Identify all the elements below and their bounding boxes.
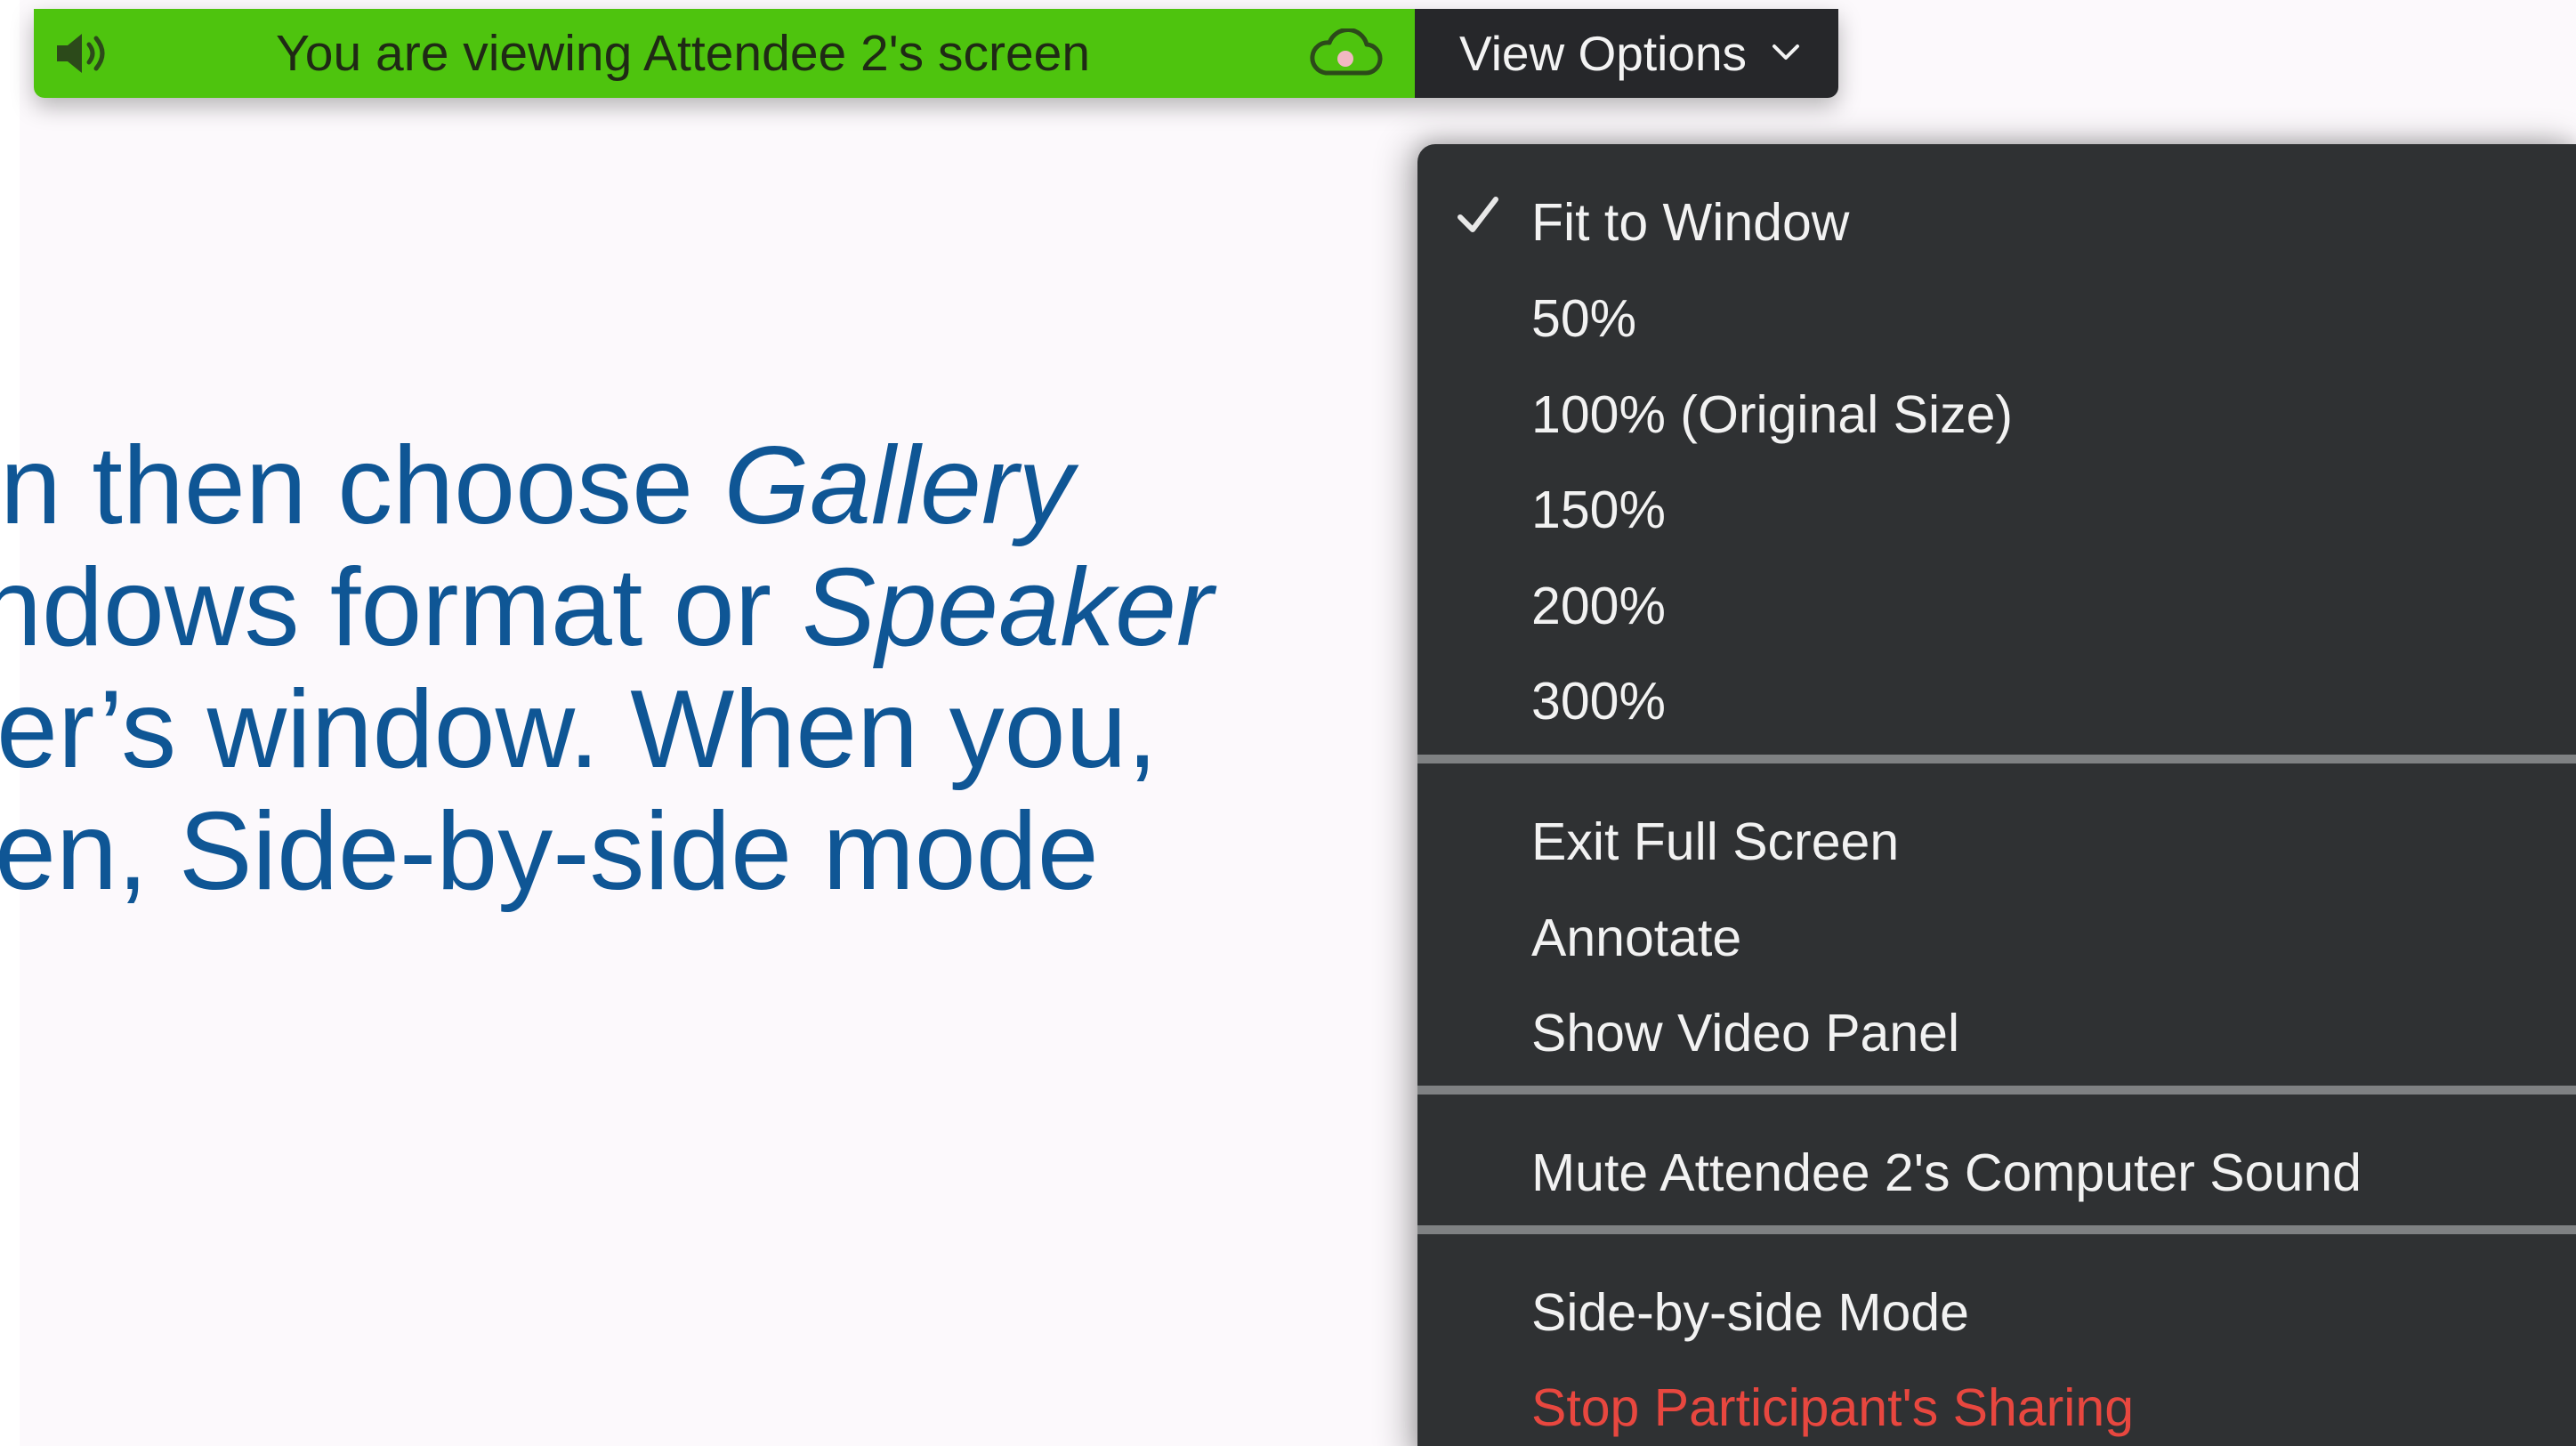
menu-item-zoom-200[interactable]: 200%: [1417, 558, 2576, 647]
menu-divider: [1417, 1086, 2576, 1095]
checkmark-icon: [1458, 197, 1498, 232]
slide-body-text: n then choose Gallery ndows format or Sp…: [0, 425, 1213, 913]
menu-item-side-by-side-mode[interactable]: Side-by-side Mode: [1417, 1264, 2576, 1353]
menu-item-zoom-300[interactable]: 300%: [1417, 653, 2576, 742]
menu-item-zoom-100[interactable]: 100% (Original Size): [1417, 367, 2576, 456]
chevron-down-icon: [1773, 44, 1799, 60]
menu-item-label: 200%: [1531, 577, 1666, 635]
menu-item-zoom-150[interactable]: 150%: [1417, 462, 2576, 551]
menu-item-show-video-panel[interactable]: Show Video Panel: [1417, 985, 2576, 1074]
menu-item-label: 300%: [1531, 672, 1666, 731]
menu-item-label: 150%: [1531, 481, 1666, 539]
menu-divider: [1417, 1225, 2576, 1234]
cloud-record-icon[interactable]: [1308, 28, 1383, 80]
menu-item-label: Side-by-side Mode: [1531, 1283, 1969, 1342]
menu-item-label: Fit to Window: [1531, 193, 1850, 252]
menu-item-label: Show Video Panel: [1531, 1004, 1960, 1062]
share-status-bar: You are viewing Attendee 2's screen: [34, 9, 1415, 98]
menu-item-label: Mute Attendee 2's Computer Sound: [1531, 1143, 2362, 1202]
menu-item-label: Annotate: [1531, 909, 1742, 967]
slide-text-line: er’s window. When you,: [0, 668, 1158, 791]
menu-item-label: Exit Full Screen: [1531, 812, 1900, 871]
menu-item-mute-computer-sound[interactable]: Mute Attendee 2's Computer Sound: [1417, 1125, 2576, 1214]
view-options-label: View Options: [1459, 26, 1748, 81]
view-options-menu: Fit to Window 50% 100% (Original Size) 1…: [1417, 144, 2576, 1446]
menu-item-label: 50%: [1531, 289, 1637, 348]
slide-text-line: ndows format or Speaker: [0, 546, 1214, 669]
speaker-volume-icon[interactable]: [53, 30, 112, 77]
screen-share-view: n then choose Gallery ndows format or Sp…: [0, 0, 2576, 1446]
menu-item-stop-participant-sharing[interactable]: Stop Participant's Sharing: [1417, 1360, 2576, 1446]
menu-item-label: Stop Participant's Sharing: [1531, 1378, 2135, 1437]
menu-item-zoom-50[interactable]: 50%: [1417, 271, 2576, 359]
menu-item-fit-to-window[interactable]: Fit to Window: [1417, 174, 2576, 263]
menu-item-label: 100% (Original Size): [1531, 385, 2014, 444]
screen-share-banner: You are viewing Attendee 2's screen View…: [34, 9, 1838, 98]
menu-item-annotate[interactable]: Annotate: [1417, 890, 2576, 979]
menu-item-exit-full-screen[interactable]: Exit Full Screen: [1417, 794, 2576, 883]
slide-text-line: n then choose Gallery: [0, 424, 1074, 547]
slide-text-line: en, Side-by-side mode: [0, 790, 1099, 913]
view-options-button[interactable]: View Options: [1415, 9, 1838, 98]
menu-divider: [1417, 755, 2576, 763]
share-status-text: You are viewing Attendee 2's screen: [276, 25, 1091, 82]
